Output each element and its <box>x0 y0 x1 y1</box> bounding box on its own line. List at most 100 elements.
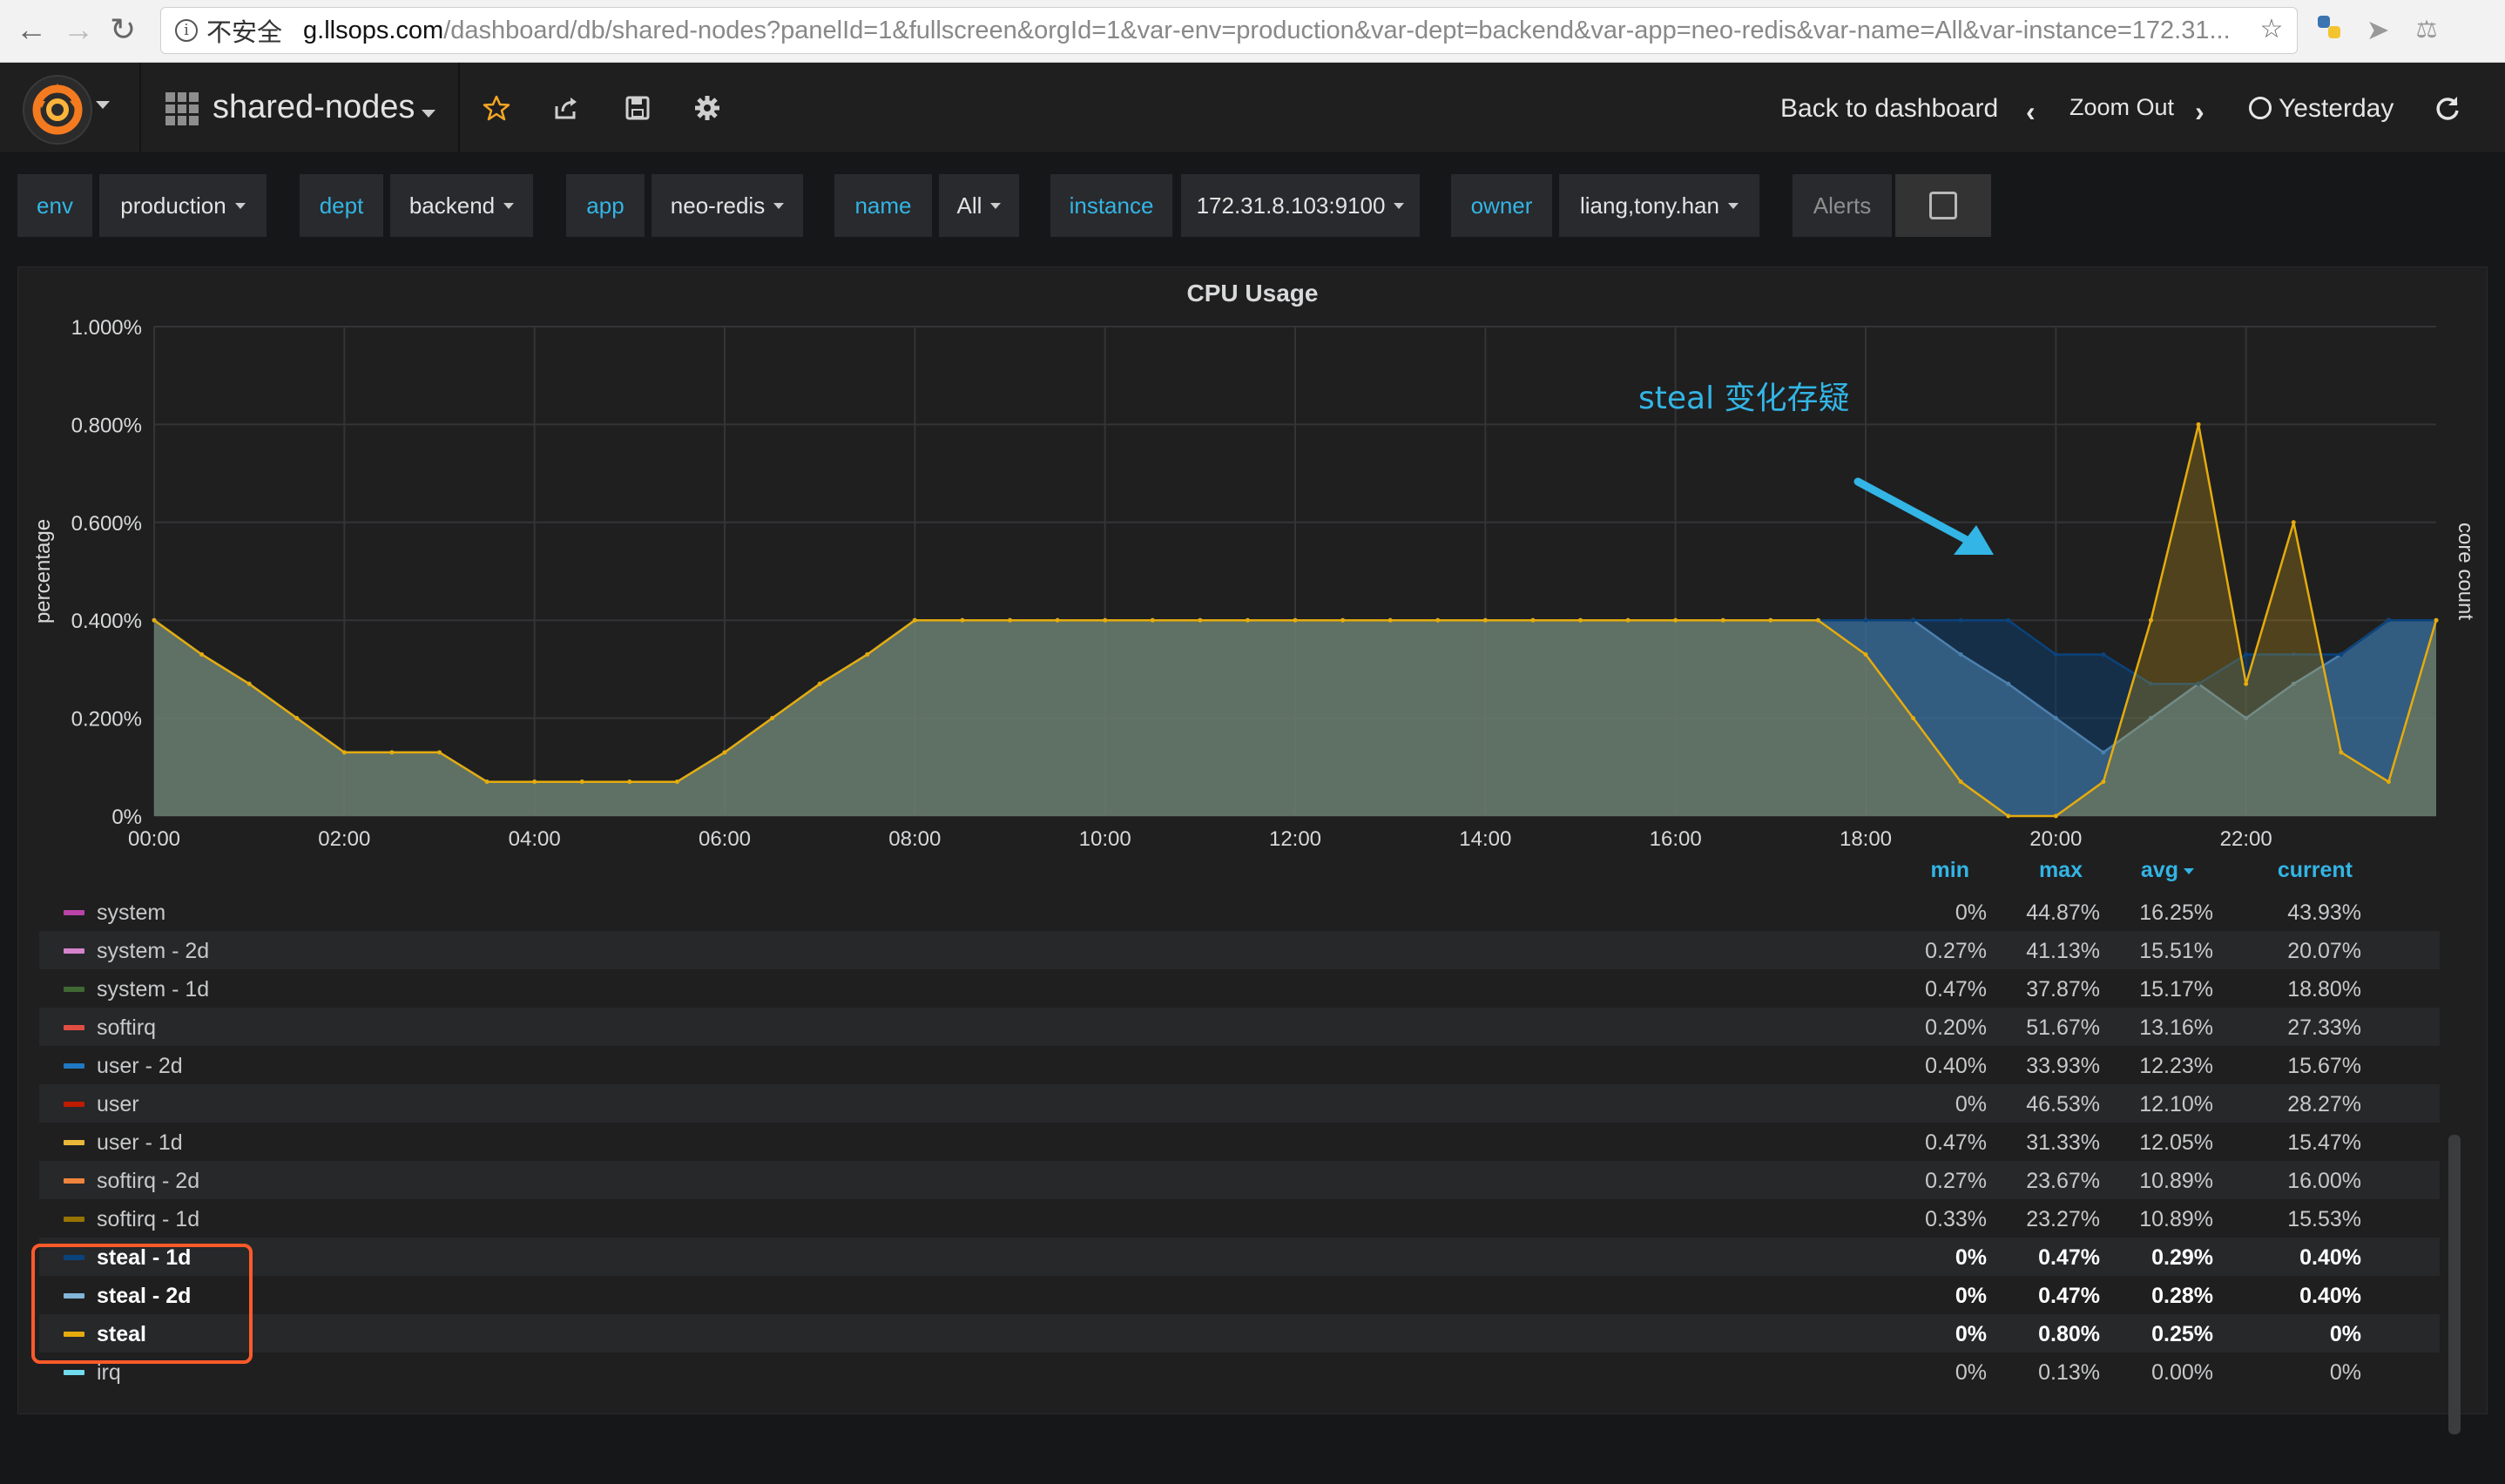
series-color-swatch[interactable] <box>64 910 84 915</box>
share-icon[interactable] <box>545 87 587 129</box>
logo-caret-icon[interactable] <box>96 101 110 109</box>
data-point <box>2101 652 2106 658</box>
legend-avg-value: 0.25% <box>2151 1322 2213 1346</box>
variable-label-owner: owner <box>1451 174 1552 237</box>
x-tick-label: 04:00 <box>509 827 561 851</box>
grafana-navbar: shared-nodes Back to dashboard ‹ Zoom Ou… <box>0 63 2505 153</box>
variable-select-name[interactable]: All <box>935 174 1019 237</box>
variable-value-app: neo-redis <box>670 192 766 219</box>
time-picker-button[interactable]: Yesterday <box>2249 94 2394 124</box>
dashboard-title[interactable]: shared-nodes <box>213 89 415 126</box>
url-path: /dashboard/db/shared-nodes?panelId=1&ful… <box>443 16 2231 44</box>
x-tick-label: 02:00 <box>318 827 370 851</box>
legend-series-name[interactable]: irq <box>97 1360 121 1386</box>
legend-row[interactable]: irq 0% 0.13% 0.00% 0% <box>39 1352 2440 1391</box>
legend-series-name[interactable]: softirq - 1d <box>97 1207 199 1232</box>
refresh-icon[interactable] <box>2427 87 2468 129</box>
series-color-swatch[interactable] <box>64 948 84 954</box>
legend-header-min[interactable]: min <box>1882 858 1969 893</box>
y-tick-label: 0.200% <box>71 708 142 732</box>
back-to-dashboard-button[interactable]: Back to dashboard <box>1780 94 1998 124</box>
back-arrow-icon[interactable]: ← <box>16 14 47 45</box>
data-point <box>2386 617 2391 623</box>
legend-row[interactable]: system - 1d 0.47% 37.87% 15.17% 18.80% <box>39 969 2440 1008</box>
legend-current-value: 0.40% <box>2299 1245 2361 1270</box>
caret-down-icon <box>1727 202 1739 209</box>
chevron-left-icon[interactable]: ‹ <box>2026 96 2036 128</box>
legend-header-current[interactable]: current <box>2222 858 2353 893</box>
settings-icon[interactable] <box>686 87 728 129</box>
legend-row[interactable]: user 0% 46.53% 12.10% 28.27% <box>39 1084 2440 1123</box>
series-color-swatch[interactable] <box>64 1370 84 1375</box>
legend-series-name[interactable]: system - 1d <box>97 977 209 1002</box>
legend-row[interactable]: steal 0% 0.80% 0.25% 0% <box>39 1314 2440 1352</box>
dashboard-caret-icon[interactable] <box>422 110 436 118</box>
legend-max-value: 0.47% <box>2038 1284 2100 1308</box>
info-icon[interactable]: i <box>175 19 198 42</box>
legend-row[interactable]: steal - 1d 0% 0.47% 0.29% 0.40% <box>39 1238 2440 1276</box>
legend-scrollbar[interactable] <box>2448 1135 2461 1434</box>
series-color-swatch[interactable] <box>64 987 84 992</box>
time-range-label: Yesterday <box>2279 94 2394 123</box>
address-bar[interactable]: i 不安全 g.llsops.com/dashboard/db/shared-n… <box>160 7 2298 54</box>
data-point <box>246 681 252 686</box>
series-color-swatch[interactable] <box>64 1140 84 1145</box>
series-color-swatch[interactable] <box>64 1025 84 1030</box>
flask-extension-icon[interactable]: ⚖ <box>2409 12 2444 47</box>
variable-select-instance[interactable]: 172.31.8.103:9100 <box>1178 174 1420 237</box>
caret-down-icon <box>503 202 515 209</box>
save-icon[interactable] <box>617 87 658 129</box>
python-extension-icon[interactable] <box>2312 12 2346 47</box>
legend-series-name[interactable]: user - 2d <box>97 1054 183 1079</box>
legend-row[interactable]: system 0% 44.87% 16.25% 43.93% <box>39 893 2440 931</box>
forward-arrow-icon[interactable]: → <box>63 14 94 45</box>
zoom-out-button[interactable]: Zoom Out <box>2069 94 2174 121</box>
y-tick-label: 0.400% <box>71 610 142 633</box>
grafana-logo-icon[interactable] <box>23 75 92 145</box>
data-point <box>722 750 727 755</box>
bird-extension-icon[interactable]: ➤ <box>2360 12 2395 47</box>
legend-header-avg[interactable]: avg <box>2091 858 2194 893</box>
legend-row[interactable]: softirq - 1d 0.33% 23.27% 10.89% 15.53% <box>39 1199 2440 1238</box>
chevron-right-icon[interactable]: › <box>2195 96 2205 128</box>
legend-row[interactable]: user - 2d 0.40% 33.93% 12.23% 15.67% <box>39 1046 2440 1084</box>
series-color-swatch[interactable] <box>64 1217 84 1222</box>
legend-row[interactable]: system - 2d 0.27% 41.13% 15.51% 20.07% <box>39 931 2440 969</box>
data-point <box>152 617 157 623</box>
legend-series-name[interactable]: system <box>97 901 165 926</box>
variable-select-app[interactable]: neo-redis <box>648 174 803 237</box>
legend-series-name[interactable]: user - 1d <box>97 1130 183 1156</box>
graph-panel: CPU Usage 0% 0.200% 0.400% 0.600% 0.800% 1.00… <box>17 266 2488 1434</box>
data-point <box>2149 617 2153 623</box>
star-icon[interactable] <box>476 87 517 129</box>
legend-min-value: 0% <box>1955 1092 1987 1116</box>
data-point <box>960 617 965 623</box>
legend-avg-value: 10.89% <box>2139 1207 2213 1231</box>
x-tick-label: 22:00 <box>2220 827 2272 851</box>
legend-series-name[interactable]: softirq <box>97 1015 156 1041</box>
series-color-swatch[interactable] <box>64 1178 84 1184</box>
series-color-swatch[interactable] <box>64 1063 84 1069</box>
legend-min-value: 0% <box>1955 1360 1987 1385</box>
alerts-checkbox[interactable] <box>1895 174 1991 237</box>
legend-row[interactable]: softirq - 2d 0.27% 23.67% 10.89% 16.00% <box>39 1161 2440 1199</box>
legend-row[interactable]: steal - 2d 0% 0.47% 0.28% 0.40% <box>39 1276 2440 1314</box>
template-variables-bar: env production dept backend app neo-redi… <box>0 153 2505 258</box>
variable-select-owner[interactable]: liang,tony.han <box>1556 174 1759 237</box>
clock-icon <box>2249 97 2272 119</box>
legend-series-name[interactable]: system - 2d <box>97 939 209 964</box>
legend-series-name[interactable]: user <box>97 1092 139 1117</box>
reload-icon[interactable]: ↻ <box>110 14 136 45</box>
variable-select-dept[interactable]: backend <box>387 174 533 237</box>
bookmark-star-icon[interactable]: ☆ <box>2254 12 2289 47</box>
legend-row[interactable]: user - 1d 0.47% 31.33% 12.05% 15.47% <box>39 1123 2440 1161</box>
data-point <box>674 779 679 785</box>
series-color-swatch[interactable] <box>64 1102 84 1107</box>
cpu-usage-chart[interactable]: 0% 0.200% 0.400% 0.600% 0.800% 1.000% 00:00 02:… <box>18 267 2488 851</box>
legend-row[interactable]: softirq 0.20% 51.67% 13.16% 27.33% <box>39 1008 2440 1046</box>
legend-header-max[interactable]: max <box>1995 858 2083 893</box>
x-tick-label: 14:00 <box>1459 827 1511 851</box>
variable-select-env[interactable]: production <box>96 174 267 237</box>
data-point <box>1103 617 1108 623</box>
legend-series-name[interactable]: softirq - 2d <box>97 1169 199 1194</box>
